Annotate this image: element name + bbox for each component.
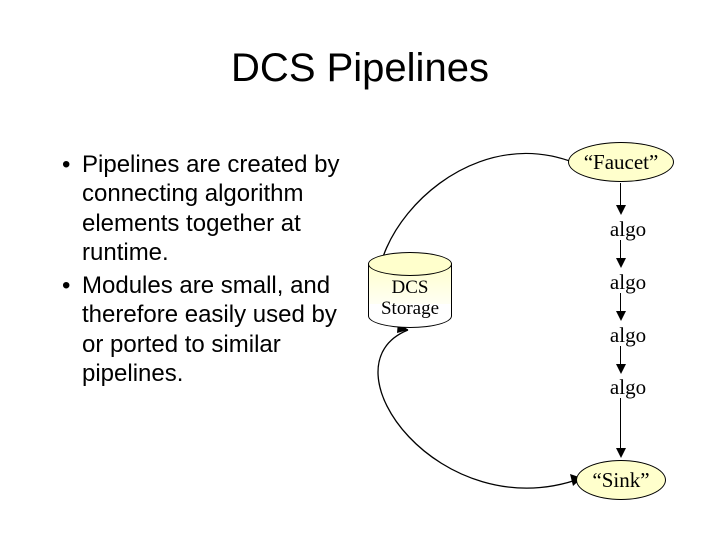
storage-label-line: DCS — [392, 277, 429, 298]
arrow-line — [620, 240, 621, 258]
bullet-list: Pipelines are created by connecting algo… — [60, 150, 360, 392]
slide-title: DCS Pipelines — [0, 46, 720, 91]
sink-label: “Sink” — [592, 468, 649, 493]
storage-cylinder: DCS Storage — [368, 252, 452, 326]
faucet-node: “Faucet” — [568, 142, 674, 182]
arrow-line — [620, 346, 621, 364]
bullet-item: Pipelines are created by connecting algo… — [60, 150, 360, 267]
cylinder-top — [368, 252, 452, 276]
arrow-down-icon — [616, 205, 626, 215]
algo-node: algo — [598, 323, 658, 348]
arrow-down-icon — [616, 448, 626, 458]
algo-node: algo — [598, 375, 658, 400]
algo-node: algo — [598, 217, 658, 242]
faucet-label: “Faucet” — [584, 150, 659, 175]
pipeline-diagram: “Faucet” algo algo algo algo “Sink” DCS … — [360, 130, 700, 510]
arrow-down-icon — [616, 311, 626, 321]
arrow-line — [620, 398, 621, 448]
sink-node: “Sink” — [576, 460, 666, 500]
arrow-line — [620, 293, 621, 311]
storage-label-line: Storage — [381, 298, 439, 319]
bullet-item: Modules are small, and therefore easily … — [60, 271, 360, 388]
storage-label: DCS Storage — [368, 278, 452, 320]
arrow-line — [620, 183, 621, 205]
arrow-down-icon — [616, 364, 626, 374]
arrow-down-icon — [616, 258, 626, 268]
algo-node: algo — [598, 270, 658, 295]
